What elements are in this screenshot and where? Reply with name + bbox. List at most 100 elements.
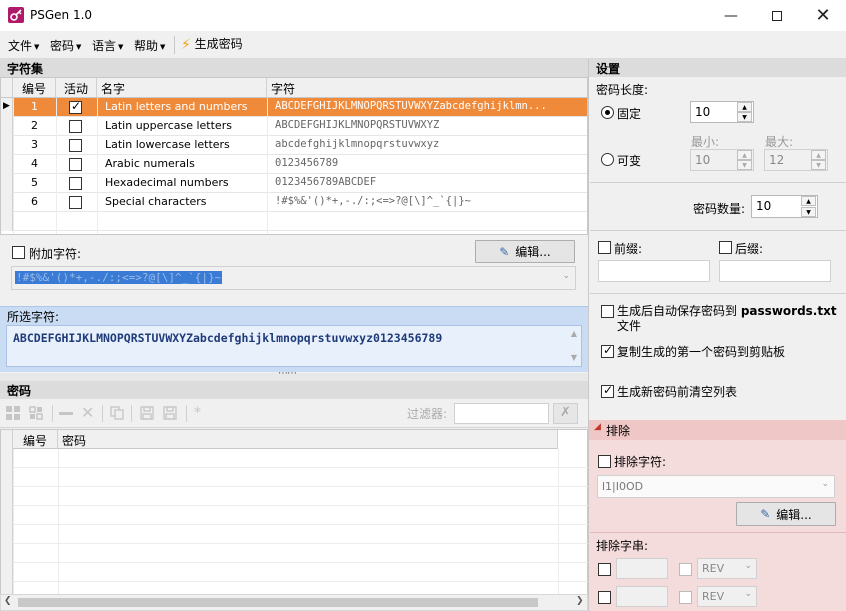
exclude-chars-label: 排除字符: — [614, 455, 667, 469]
exclude-chars-checkbox[interactable] — [598, 455, 611, 468]
edit-exclude-chars-button[interactable]: ✎ 编辑... — [736, 502, 836, 526]
check-icon: ✓ — [603, 343, 614, 357]
table-row[interactable]: 2 Latin uppercase letters ABCDEFGHIJKLMNOP… — [1, 117, 587, 136]
splitter[interactable]: ⋯⋯ — [0, 368, 588, 381]
suffix-label: 后缀: — [735, 242, 764, 256]
prefix-checkbox[interactable] — [598, 241, 611, 254]
spin-up-icon[interactable]: ▲ — [801, 196, 816, 206]
table-row — [1, 487, 589, 506]
active-checkbox[interactable] — [69, 196, 82, 209]
divider — [590, 182, 846, 183]
scroll-up-icon[interactable]: ▲ — [571, 329, 577, 338]
charset-name: Special characters — [105, 195, 207, 208]
exclude-header[interactable]: ◢ 排除 — [589, 420, 846, 440]
charset-name: Hexadecimal numbers — [105, 176, 229, 189]
edit-extra-chars-button[interactable]: ✎ 编辑... — [475, 240, 575, 263]
menu-password[interactable]: 密码 ▼ — [50, 37, 81, 54]
charset-name: Latin uppercase letters — [105, 119, 232, 132]
charset-name: Latin letters and numbers — [105, 100, 248, 113]
table-row — [1, 506, 589, 525]
edit-icon: ✎ — [760, 507, 771, 521]
menu-help[interactable]: 帮助 ▼ — [134, 37, 165, 54]
row-num: 4 — [31, 157, 38, 170]
exclude-string-1-checkbox[interactable] — [598, 563, 611, 576]
rev-2-combo: REV ⌄ — [697, 586, 757, 607]
active-checkbox[interactable] — [69, 139, 82, 152]
menu-file[interactable]: 文件 ▼ — [8, 37, 39, 54]
spin-up-icon: ▲ — [811, 150, 826, 160]
active-checkbox[interactable]: ✓ — [69, 99, 82, 114]
fixed-radio[interactable] — [601, 106, 614, 119]
clear-list-checkbox[interactable]: ✓ — [601, 383, 614, 398]
filter-input[interactable] — [454, 403, 549, 424]
variable-radio[interactable] — [601, 153, 614, 166]
delete-icon[interactable]: ✕ — [81, 403, 94, 422]
col-chars[interactable]: 字符 — [267, 78, 587, 98]
table-row[interactable]: 5 Hexadecimal numbers 0123456789ABCDEF — [1, 174, 587, 193]
filter-label: 过滤器: — [407, 407, 448, 421]
maximize-button[interactable] — [754, 0, 800, 31]
spin-up-icon[interactable]: ▲ — [737, 102, 752, 112]
extra-chars-checkbox[interactable] — [12, 246, 25, 259]
charset-table[interactable]: 编号 活动 名字 字符 ▶ 1 ✓ Latin letters and numbers… — [0, 77, 588, 235]
menu-bar — [0, 31, 846, 59]
rev-2-checkbox — [679, 591, 692, 604]
password-count-spinner[interactable]: 10 ▲ ▼ — [751, 195, 818, 218]
settings-section-title: 设置 — [589, 59, 846, 77]
col-pw-num[interactable]: 编号 — [13, 430, 58, 449]
charset-chars: !#$%&'()*+,-./:;<=>?@[\]^_`{|}~ — [275, 195, 471, 207]
table-row[interactable]: 6 Special characters !#$%&'()*+,-./:;<=>?@… — [1, 193, 587, 212]
menu-language[interactable]: 语言 ▼ — [92, 37, 123, 54]
length-label: 密码长度: — [596, 83, 649, 97]
divider — [590, 293, 846, 294]
horizontal-scrollbar[interactable]: ❮ ❯ — [0, 594, 588, 611]
spin-down-icon[interactable]: ▼ — [801, 207, 816, 217]
toolbar-separator — [131, 405, 132, 422]
close-button[interactable]: ✕ — [800, 0, 846, 31]
col-name[interactable]: 名字 — [97, 78, 267, 98]
scrollbar-thumb[interactable] — [18, 598, 538, 607]
autosave-checkbox[interactable] — [601, 305, 614, 318]
table-row[interactable]: ▶ 1 ✓ Latin letters and numbers ABCDEFGHIJKL… — [1, 98, 587, 117]
copy-icon[interactable] — [110, 406, 124, 420]
table-row[interactable]: 4 Arabic numerals 0123456789 — [1, 155, 587, 174]
invert-select-icon[interactable] — [29, 406, 43, 420]
scroll-down-icon[interactable]: ▼ — [571, 353, 577, 362]
row-num: 2 — [31, 119, 38, 132]
charset-name: Arabic numerals — [105, 157, 195, 170]
app-key-icon — [8, 7, 24, 23]
active-checkbox[interactable] — [69, 177, 82, 190]
table-row[interactable]: 3 Latin lowercase letters abcdefghijklmnop… — [1, 136, 587, 155]
col-num[interactable]: 编号 — [13, 78, 56, 98]
rev-1-checkbox — [679, 563, 692, 576]
filter-clear-icon: ✗ — [560, 405, 571, 420]
menu-generate[interactable]: ⚡ 生成密码 — [181, 36, 243, 53]
max-label: 最大: — [765, 135, 794, 149]
exclude-string-2-checkbox[interactable] — [598, 591, 611, 604]
fixed-length-spinner[interactable]: 10 ▲ ▼ — [690, 101, 754, 123]
exclude-string-2-input — [616, 586, 668, 607]
copy-first-checkbox[interactable]: ✓ — [601, 343, 614, 358]
passwords-table[interactable]: 编号 密码 — [0, 429, 589, 601]
selected-chars-label: 所选字符: — [7, 310, 60, 324]
active-checkbox[interactable] — [69, 120, 82, 133]
fixed-label: 固定 — [617, 107, 642, 121]
clear-filter-button[interactable]: ✗ — [553, 403, 578, 424]
asterisk-icon[interactable]: * — [194, 405, 201, 421]
save-icon[interactable] — [140, 406, 154, 420]
chevron-down-icon: ⌄ — [821, 479, 829, 489]
col-pw-password[interactable]: 密码 — [58, 430, 558, 449]
active-checkbox[interactable] — [69, 158, 82, 171]
minimize-button[interactable]: — — [708, 0, 754, 31]
table-row — [1, 525, 589, 544]
select-all-icon[interactable] — [6, 406, 20, 420]
table-row-empty — [1, 212, 587, 231]
spin-down-icon[interactable]: ▼ — [737, 112, 752, 122]
row-num: 1 — [31, 100, 38, 113]
scroll-left-icon[interactable]: ❮ — [4, 596, 12, 606]
suffix-checkbox[interactable] — [719, 241, 732, 254]
scroll-right-icon[interactable]: ❯ — [576, 596, 584, 606]
col-active[interactable]: 活动 — [56, 78, 97, 98]
save-as-icon[interactable] — [163, 406, 177, 420]
remove-icon[interactable] — [59, 412, 73, 415]
